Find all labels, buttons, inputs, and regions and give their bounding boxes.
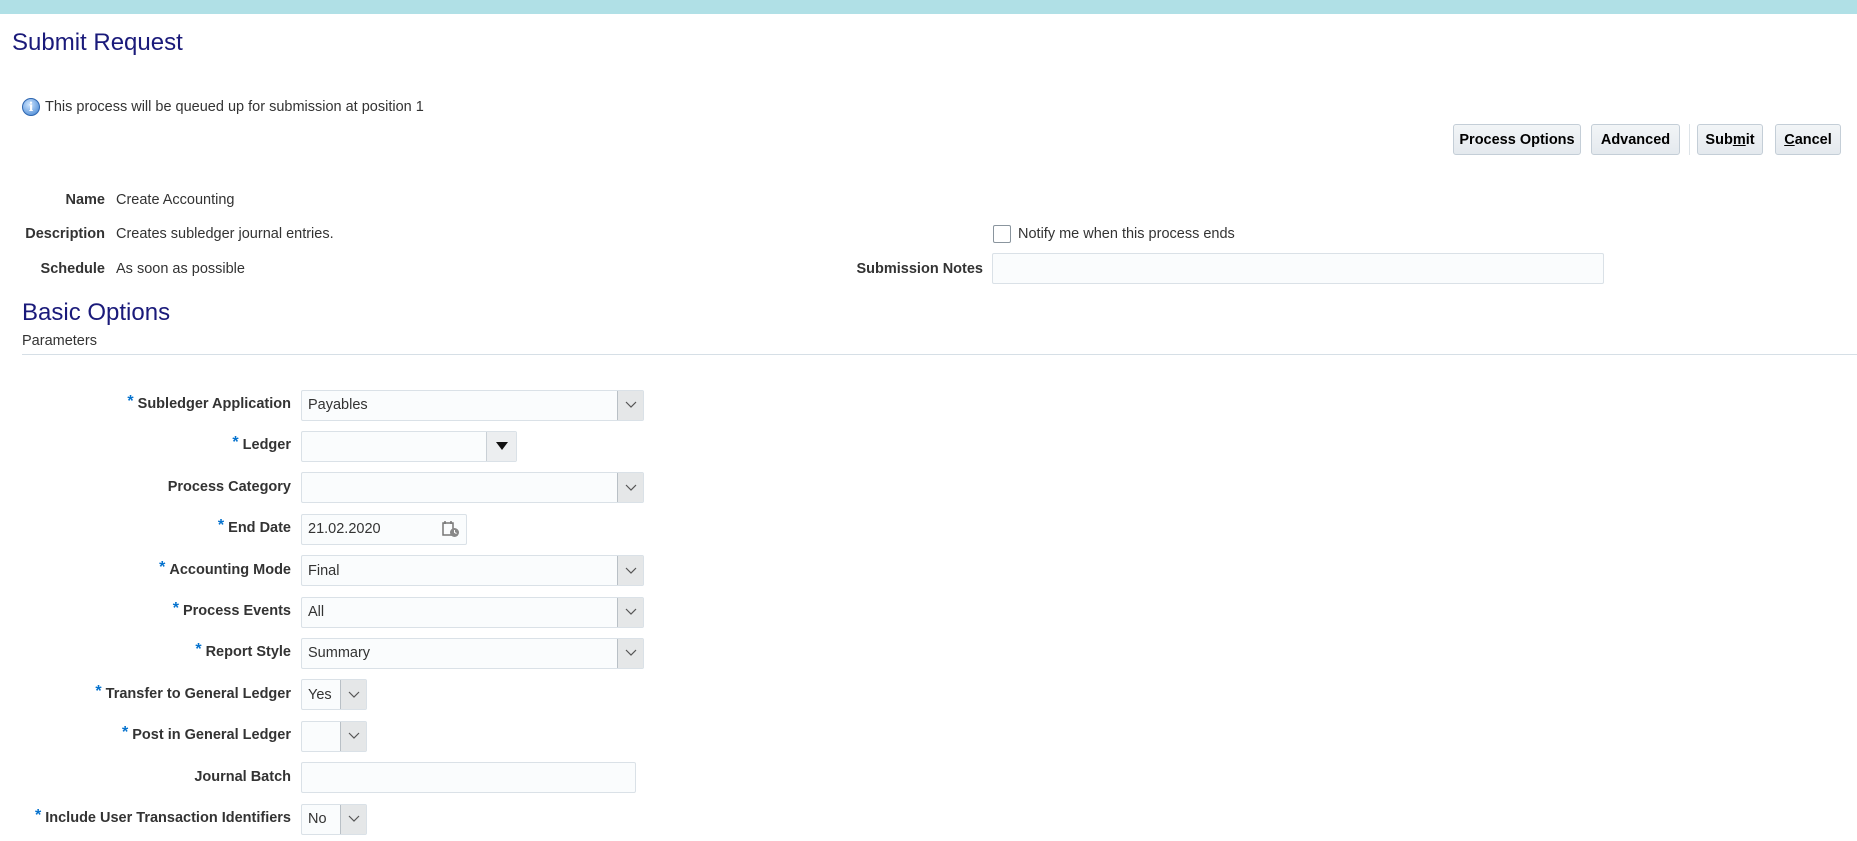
- param-label-text: Process Events: [182, 603, 291, 619]
- notify-label: Notify me when this process ends: [1018, 226, 1235, 242]
- required-icon: *: [217, 517, 225, 535]
- chevron-down-icon[interactable]: [340, 804, 366, 834]
- param-value: 21.02.2020: [308, 521, 381, 538]
- journal-batch-label: Journal Batch: [0, 769, 291, 785]
- cancel-button[interactable]: Cancel: [1775, 124, 1841, 155]
- end-date-label: * End Date: [0, 517, 291, 538]
- chevron-down-icon[interactable]: [340, 721, 366, 751]
- param-label-text: Ledger: [242, 437, 291, 454]
- required-icon: *: [127, 393, 134, 410]
- section-title: Basic Options: [22, 299, 171, 326]
- page-title: Submit Request: [12, 29, 183, 56]
- submission-notes-label: Submission Notes: [856, 261, 984, 277]
- required-icon: *: [195, 641, 202, 659]
- report-style-select[interactable]: Summary: [301, 637, 644, 669]
- param-label-text: Process Category: [167, 478, 291, 495]
- submit-button[interactable]: Sub m it: [1697, 124, 1763, 155]
- param-label-text: Report Style: [205, 644, 291, 661]
- include-user-transaction-identifiers-select[interactable]: No: [301, 803, 367, 835]
- schedule-value: As soon as possible: [116, 261, 245, 277]
- submission-notes-input[interactable]: [992, 253, 1604, 284]
- param-value: Summary: [308, 645, 371, 662]
- param-label-text: End Date: [228, 520, 291, 537]
- chevron-down-icon[interactable]: [617, 473, 643, 503]
- report-style-label: * Report Style: [0, 641, 291, 662]
- param-value: No: [308, 811, 327, 827]
- subledger-application-label: * Subledger Application: [0, 393, 291, 414]
- calendar-icon[interactable]: [442, 520, 460, 538]
- param-label-text: Journal Batch: [194, 768, 291, 785]
- submit-mnemonic: m: [1732, 131, 1746, 148]
- submit-label-end: it: [1745, 131, 1755, 148]
- advanced-button[interactable]: Advanced: [1591, 124, 1680, 155]
- description-value: Creates subledger journal entries.: [116, 226, 334, 242]
- section-divider: [22, 354, 1857, 355]
- accounting-mode-label: * Accounting Mode: [0, 558, 291, 580]
- end-date-date-input[interactable]: 21.02.2020: [301, 513, 467, 545]
- info-message: i This process will be queued up for sub…: [22, 98, 424, 116]
- accounting-mode-select[interactable]: Final: [301, 555, 644, 587]
- include-user-transaction-identifiers-label: * Include User Transaction Identifiers: [0, 807, 291, 828]
- description-label: Description: [25, 226, 105, 242]
- chevron-down-icon[interactable]: [617, 638, 643, 668]
- required-icon: *: [159, 558, 166, 576]
- chevron-down-icon[interactable]: [617, 390, 643, 420]
- param-value: Yes: [308, 686, 332, 703]
- ledger-select[interactable]: [301, 430, 517, 462]
- post-in-general-ledger-label: * Post in General Ledger: [0, 724, 291, 745]
- top-banner: [0, 0, 1857, 14]
- section-subtitle: Parameters: [22, 333, 97, 349]
- required-icon: *: [122, 724, 129, 742]
- transfer-to-general-ledger-select[interactable]: Yes: [301, 679, 367, 711]
- process-category-label: Process Category: [0, 479, 291, 495]
- param-label-text: Post in General Ledger: [132, 727, 291, 744]
- chevron-down-icon[interactable]: [340, 680, 366, 710]
- param-label-text: Subledger Application: [137, 396, 291, 412]
- process-options-button[interactable]: Process Options: [1453, 124, 1581, 155]
- journal-batch-input[interactable]: [301, 762, 636, 794]
- param-value: All: [308, 604, 325, 620]
- toolbar-separator: [1689, 124, 1690, 155]
- info-icon: i: [22, 98, 40, 116]
- param-label-text: Transfer to General Ledger: [105, 685, 291, 702]
- transfer-to-general-ledger-label: * Transfer to General Ledger: [0, 682, 291, 704]
- chevron-down-icon[interactable]: [617, 556, 643, 586]
- param-value: Final: [308, 562, 340, 579]
- required-icon: *: [35, 807, 42, 824]
- submit-label: Sub: [1705, 131, 1733, 148]
- name-label: Name: [65, 192, 106, 208]
- post-in-general-ledger-select[interactable]: [301, 720, 367, 752]
- subledger-application-select[interactable]: Payables: [301, 389, 644, 421]
- param-label-text: Include User Transaction Identifiers: [45, 810, 291, 826]
- schedule-label: Schedule: [40, 261, 105, 277]
- param-value: Payables: [308, 397, 368, 413]
- param-label-text: Accounting Mode: [169, 561, 291, 578]
- ledger-label: * Ledger: [0, 434, 291, 455]
- cancel-label: ancel: [1794, 131, 1832, 148]
- chevron-down-icon[interactable]: [617, 597, 643, 627]
- process-events-label: * Process Events: [0, 600, 291, 621]
- process-category-select[interactable]: [301, 472, 644, 504]
- required-icon: *: [95, 682, 102, 700]
- info-message-text: This process will be queued up for submi…: [45, 99, 424, 115]
- dropdown-arrow-icon[interactable]: [486, 431, 516, 461]
- required-icon: *: [232, 434, 239, 452]
- required-icon: *: [172, 600, 179, 617]
- process-events-select[interactable]: All: [301, 596, 644, 628]
- cancel-mnemonic: C: [1784, 131, 1795, 148]
- name-value: Create Accounting: [116, 192, 235, 208]
- notify-checkbox[interactable]: [993, 225, 1011, 243]
